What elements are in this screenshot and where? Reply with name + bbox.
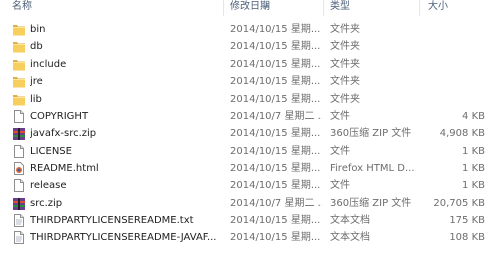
file-modified-date: 2014/10/15 星期... xyxy=(230,59,321,70)
file-modified-date: 2014/10/15 星期... xyxy=(230,41,321,52)
file-name: lib xyxy=(30,94,42,105)
file-type: 文件 xyxy=(330,180,350,191)
file-name: include xyxy=(30,59,67,70)
text-file-icon xyxy=(12,230,26,245)
file-type: 360压缩 ZIP 文件 xyxy=(330,198,412,209)
file-size: 4 KB xyxy=(462,111,485,122)
file-type: 文件夹 xyxy=(330,76,360,87)
file-row[interactable]: lib 2014/10/15 星期... 文件夹 xyxy=(0,91,498,108)
file-size: 108 KB xyxy=(449,232,485,243)
file-type: 360压缩 ZIP 文件 xyxy=(330,128,412,139)
file-name: bin xyxy=(30,24,46,35)
file-name: jre xyxy=(30,76,43,87)
folder-icon xyxy=(12,22,26,37)
file-modified-date: 2014/10/15 星期... xyxy=(230,180,321,191)
file-name: COPYRIGHT xyxy=(30,111,89,122)
html-file-icon xyxy=(12,161,26,176)
file-modified-date: 2014/10/7 星期二 ... xyxy=(230,111,322,122)
file-size: 1 KB xyxy=(462,146,485,157)
file-row[interactable]: jre 2014/10/15 星期... 文件夹 xyxy=(0,73,498,90)
file-type: 文本文档 xyxy=(330,215,370,226)
file-modified-date: 2014/10/15 星期... xyxy=(230,128,321,139)
file-icon xyxy=(12,109,26,124)
folder-icon xyxy=(12,74,26,89)
file-type: 文件 xyxy=(330,111,350,122)
column-header-type[interactable]: 类型 xyxy=(330,0,350,16)
file-icon xyxy=(12,144,26,159)
file-row[interactable]: THIRDPARTYLICENSEREADME.txt 2014/10/15 星期… xyxy=(0,212,498,229)
file-row[interactable]: bin 2014/10/15 星期... 文件夹 xyxy=(0,21,498,38)
column-header-size[interactable]: 大小 xyxy=(428,0,448,16)
file-name: LICENSE xyxy=(30,146,72,157)
file-size xyxy=(420,91,485,108)
file-size xyxy=(420,56,485,73)
file-name: src.zip xyxy=(30,198,63,209)
column-divider[interactable] xyxy=(323,0,324,16)
column-divider[interactable] xyxy=(419,0,420,16)
text-file-icon xyxy=(12,213,26,228)
file-row[interactable]: COPYRIGHT 2014/10/7 星期二 ... 文件 4 KB xyxy=(0,108,498,125)
file-size xyxy=(420,38,485,55)
file-modified-date: 2014/10/15 星期... xyxy=(230,94,321,105)
column-header-bar: 名称 ▲ 修改日期 类型 大小 xyxy=(0,0,498,16)
file-name: README.html xyxy=(30,163,99,174)
file-row[interactable]: release 2014/10/15 星期... 文件 1 KB xyxy=(0,177,498,194)
zip-archive-icon xyxy=(12,126,26,141)
file-icon xyxy=(12,178,26,193)
folder-icon xyxy=(12,57,26,72)
file-size: 1 KB xyxy=(462,180,485,191)
file-type: 文件夹 xyxy=(330,59,360,70)
file-row[interactable]: javafx-src.zip 2014/10/15 星期... 360压缩 ZIP … xyxy=(0,125,498,142)
file-name: THIRDPARTYLICENSEREADME-JAVAF... xyxy=(30,232,217,243)
file-type: 文件夹 xyxy=(330,24,360,35)
file-name: javafx-src.zip xyxy=(30,128,97,139)
file-row[interactable]: src.zip 2014/10/7 星期二 ... 360压缩 ZIP 文件 20,7… xyxy=(0,195,498,212)
file-name: THIRDPARTYLICENSEREADME.txt xyxy=(30,215,194,226)
column-header-modified[interactable]: 修改日期 xyxy=(230,0,270,16)
zip-archive-icon xyxy=(12,196,26,211)
file-type: Firefox HTML D... xyxy=(330,163,415,174)
file-type: 文件夹 xyxy=(330,94,360,105)
file-modified-date: 2014/10/15 星期... xyxy=(230,163,321,174)
file-row[interactable]: README.html 2014/10/15 星期... Firefox HTML … xyxy=(0,160,498,177)
file-modified-date: 2014/10/7 星期二 ... xyxy=(230,198,322,209)
file-modified-date: 2014/10/15 星期... xyxy=(230,215,321,226)
file-modified-date: 2014/10/15 星期... xyxy=(230,24,321,35)
file-row[interactable]: db 2014/10/15 星期... 文件夹 xyxy=(0,38,498,55)
file-type: 文本文档 xyxy=(330,232,370,243)
folder-icon xyxy=(12,39,26,54)
file-name: release xyxy=(30,180,67,191)
file-modified-date: 2014/10/15 星期... xyxy=(230,232,321,243)
file-size: 4,908 KB xyxy=(439,128,485,139)
file-row[interactable]: LICENSE 2014/10/15 星期... 文件 1 KB xyxy=(0,143,498,160)
file-size xyxy=(420,73,485,90)
file-row[interactable]: THIRDPARTYLICENSEREADME-JAVAF... 2014/10/… xyxy=(0,229,498,246)
file-type: 文件夹 xyxy=(330,41,360,52)
file-size xyxy=(420,21,485,38)
file-type: 文件 xyxy=(330,146,350,157)
column-divider[interactable] xyxy=(223,0,224,16)
file-size: 1 KB xyxy=(462,163,485,174)
file-modified-date: 2014/10/15 星期... xyxy=(230,76,321,87)
column-header-name[interactable]: 名称 xyxy=(12,0,32,16)
file-row[interactable]: include 2014/10/15 星期... 文件夹 xyxy=(0,56,498,73)
file-modified-date: 2014/10/15 星期... xyxy=(230,146,321,157)
folder-icon xyxy=(12,92,26,107)
file-size: 175 KB xyxy=(449,215,485,226)
file-name: db xyxy=(30,41,43,52)
file-size: 20,705 KB xyxy=(433,198,485,209)
